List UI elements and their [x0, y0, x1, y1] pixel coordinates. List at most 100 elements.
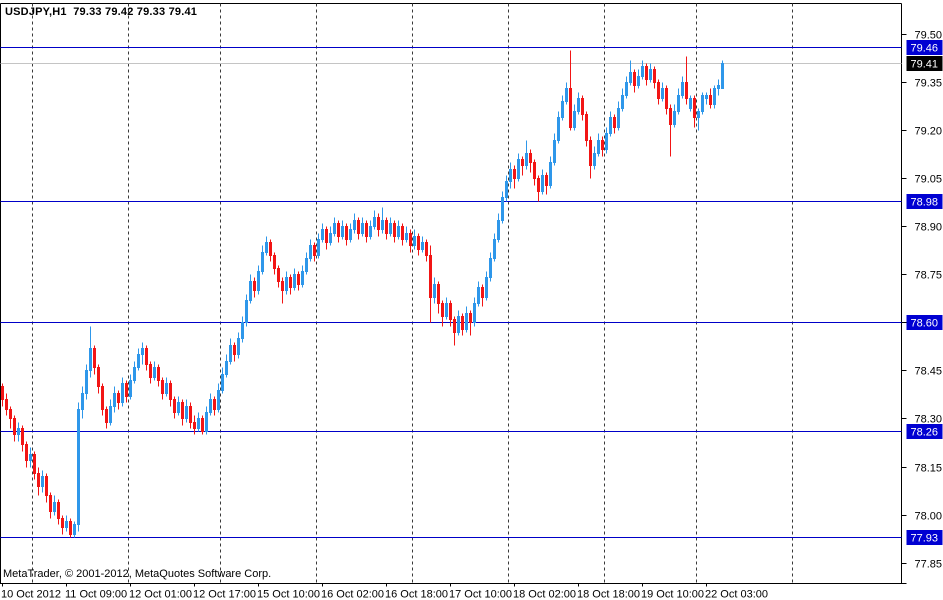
candle — [161, 378, 164, 400]
candle-body-up — [153, 367, 156, 378]
time-axis-label: 12 Oct 01:00 — [129, 589, 192, 600]
candle-body-down — [189, 406, 192, 423]
candle-body-up — [165, 383, 168, 394]
candle — [229, 339, 232, 365]
candle — [405, 227, 408, 243]
candle-body-down — [653, 69, 656, 83]
time-axis-label: 11 Oct 09:00 — [65, 589, 127, 600]
candle — [453, 317, 456, 346]
candle-body-down — [201, 418, 204, 432]
candle-body-down — [601, 140, 604, 150]
candle-body-up — [565, 88, 568, 102]
candle — [145, 346, 148, 371]
candle-body-down — [161, 380, 164, 394]
candle — [85, 365, 88, 400]
candle — [153, 362, 156, 381]
candle — [513, 166, 516, 189]
candle-body-down — [93, 348, 96, 368]
candle-body-down — [417, 236, 420, 250]
candle-body-up — [205, 412, 208, 432]
candle — [709, 89, 712, 109]
candle — [49, 493, 52, 519]
candle-body-down — [693, 98, 696, 118]
candle — [481, 285, 484, 307]
candle — [97, 365, 100, 394]
candle-body-down — [513, 169, 516, 179]
candle-body-up — [561, 101, 564, 118]
candle-body-up — [541, 175, 544, 192]
candle-body-down — [105, 409, 108, 423]
candle-body-up — [625, 82, 628, 96]
candle-body-up — [109, 406, 112, 423]
candle-body-up — [717, 85, 720, 89]
candle-body-down — [345, 226, 348, 240]
candle-body-up — [681, 82, 684, 96]
candle-body-up — [317, 239, 320, 256]
candle — [201, 416, 204, 435]
candle — [25, 442, 28, 468]
candle-body-down — [377, 217, 380, 230]
candle — [389, 218, 392, 237]
candle — [645, 64, 648, 86]
level-lines — [1, 48, 902, 538]
candle — [717, 80, 720, 96]
candle — [125, 381, 128, 403]
candle-body-up — [689, 98, 692, 109]
time-axis[interactable]: 10 Oct 201211 Oct 09:0012 Oct 01:0012 Oc… — [1, 584, 768, 600]
candle — [189, 403, 192, 429]
time-axis-label: 18 Oct 18:00 — [577, 589, 640, 600]
candle-body-down — [425, 242, 428, 256]
candle — [181, 400, 184, 426]
candle-body-down — [585, 114, 588, 141]
candle-body-down — [325, 229, 328, 243]
candle-body-down — [645, 66, 648, 80]
candle — [445, 298, 448, 320]
candle-body-up — [329, 233, 332, 243]
candle-body-up — [65, 521, 68, 528]
candle-body-up — [397, 226, 400, 237]
candle — [249, 275, 252, 304]
candle-body-up — [649, 69, 652, 80]
candle — [525, 141, 528, 170]
candle-body-down — [1, 386, 4, 400]
candle — [53, 496, 56, 516]
candle-body-down — [13, 418, 16, 435]
candle — [69, 519, 72, 538]
candle-body-up — [221, 374, 224, 391]
candle-body-up — [609, 117, 612, 134]
candle — [185, 400, 188, 423]
candle-body-up — [697, 111, 700, 118]
price-badge-label: 78.60 — [911, 318, 939, 330]
candle-body-down — [273, 255, 276, 269]
candle-body-up — [305, 258, 308, 272]
candle — [489, 253, 492, 282]
candlestick-chart-surface[interactable]: 79.5079.3579.2079.0578.9078.7578.6078.45… — [0, 0, 943, 600]
time-axis-label: 22 Oct 03:00 — [705, 589, 768, 600]
candle — [305, 253, 308, 275]
candle-body-up — [237, 338, 240, 355]
candle-body-up — [129, 380, 132, 397]
candle — [165, 378, 168, 397]
candle-body-up — [373, 217, 376, 227]
candle-body-down — [357, 220, 360, 234]
price-axis[interactable]: 79.5079.3579.2079.0578.9078.7578.6078.45… — [902, 30, 943, 571]
candle — [57, 500, 60, 525]
candle-body-down — [277, 268, 280, 282]
candle-body-down — [461, 316, 464, 330]
candle-body-up — [553, 140, 556, 163]
candle — [609, 112, 612, 137]
candle — [561, 96, 564, 121]
mt4-chart-window: 79.5079.3579.2079.0578.9078.7578.6078.45… — [0, 0, 943, 600]
candle-body-down — [9, 409, 12, 419]
candle-body-up — [501, 197, 504, 221]
candle-body-up — [133, 367, 136, 381]
candle-body-up — [577, 98, 580, 112]
candle — [265, 237, 268, 256]
price-axis-label: 79.20 — [915, 126, 943, 138]
candle-body-up — [465, 313, 468, 330]
candle — [353, 214, 356, 234]
candle — [533, 160, 536, 186]
candle-body-up — [497, 220, 500, 240]
candle-body-down — [365, 223, 368, 237]
candle — [585, 112, 588, 147]
